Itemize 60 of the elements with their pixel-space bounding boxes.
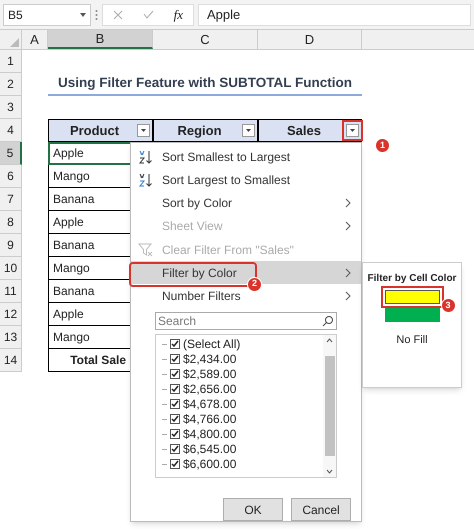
- column-header[interactable]: D: [258, 30, 362, 49]
- checkbox[interactable]: [170, 369, 180, 380]
- chevron-right-icon: [345, 291, 351, 302]
- checkbox[interactable]: [170, 339, 180, 350]
- sort-ascending-icon: [138, 150, 154, 164]
- row-header[interactable]: 4: [0, 119, 22, 142]
- chevron-right-icon: [345, 198, 351, 208]
- row-header[interactable]: 9: [0, 234, 22, 257]
- caret-icon: [80, 12, 86, 16]
- row-header[interactable]: 10: [0, 257, 22, 280]
- submenu-title: Filter by Cell Color: [368, 272, 456, 286]
- scrollbar[interactable]: [323, 334, 336, 477]
- insert-function-button[interactable]: fx: [174, 4, 184, 24]
- more-vertical-icon: [95, 8, 98, 20]
- checkbox[interactable]: [170, 429, 180, 440]
- filter-clear-icon: [138, 242, 154, 257]
- caret-icon: [141, 129, 146, 132]
- row-header[interactable]: 5: [0, 142, 22, 165]
- row-header[interactable]: 7: [0, 188, 22, 211]
- row-header[interactable]: 12: [0, 303, 22, 326]
- checkbox[interactable]: [170, 459, 180, 470]
- checkbox[interactable]: [170, 384, 180, 394]
- formula-field[interactable]: Apple: [198, 4, 471, 26]
- checkbox[interactable]: [170, 444, 180, 454]
- callout-badge: 3: [440, 298, 456, 313]
- search-icon: [322, 314, 334, 327]
- dialog-button[interactable]: OK: [223, 498, 283, 521]
- scroll-up-icon[interactable]: [326, 338, 333, 343]
- caret-icon: [246, 129, 251, 132]
- row-header[interactable]: 2: [0, 73, 22, 96]
- check-icon[interactable]: [142, 10, 154, 19]
- name-box[interactable]: B5: [3, 4, 91, 26]
- filter-dropdown-button[interactable]: [346, 124, 359, 137]
- row-header[interactable]: 13: [0, 326, 22, 349]
- filter-dropdown-button[interactable]: [137, 124, 150, 137]
- dialog-button[interactable]: Cancel: [291, 498, 351, 521]
- chevron-right-icon: [345, 221, 351, 232]
- sheet-title: Using Filter Feature with SUBTOTAL Function: [58, 74, 352, 92]
- checkbox[interactable]: [170, 399, 180, 410]
- color-swatch[interactable]: [384, 308, 440, 322]
- callout-badge: 1: [375, 138, 390, 153]
- search-field[interactable]: Search: [155, 312, 337, 330]
- chevron-right-icon: [345, 268, 351, 278]
- caret-icon: [350, 129, 355, 132]
- row-header[interactable]: 8: [0, 211, 22, 234]
- row-header[interactable]: 3: [0, 96, 22, 119]
- filter-dropdown-button[interactable]: [242, 124, 255, 137]
- row-header[interactable]: 11: [0, 280, 22, 303]
- scroll-down-icon[interactable]: [326, 468, 333, 474]
- column-header[interactable]: B: [48, 30, 153, 49]
- column-header[interactable]: C: [153, 30, 258, 49]
- row-header[interactable]: 14: [0, 349, 22, 372]
- row-header[interactable]: 6: [0, 165, 22, 188]
- header-cell: Region: [153, 119, 258, 142]
- header-cell: Product: [48, 119, 153, 142]
- checkbox[interactable]: [170, 354, 180, 364]
- no-fill-option[interactable]: No Fill: [396, 332, 428, 348]
- checkbox[interactable]: [170, 414, 180, 424]
- sort-descending-icon: [138, 172, 154, 187]
- row-header[interactable]: 1: [0, 50, 22, 73]
